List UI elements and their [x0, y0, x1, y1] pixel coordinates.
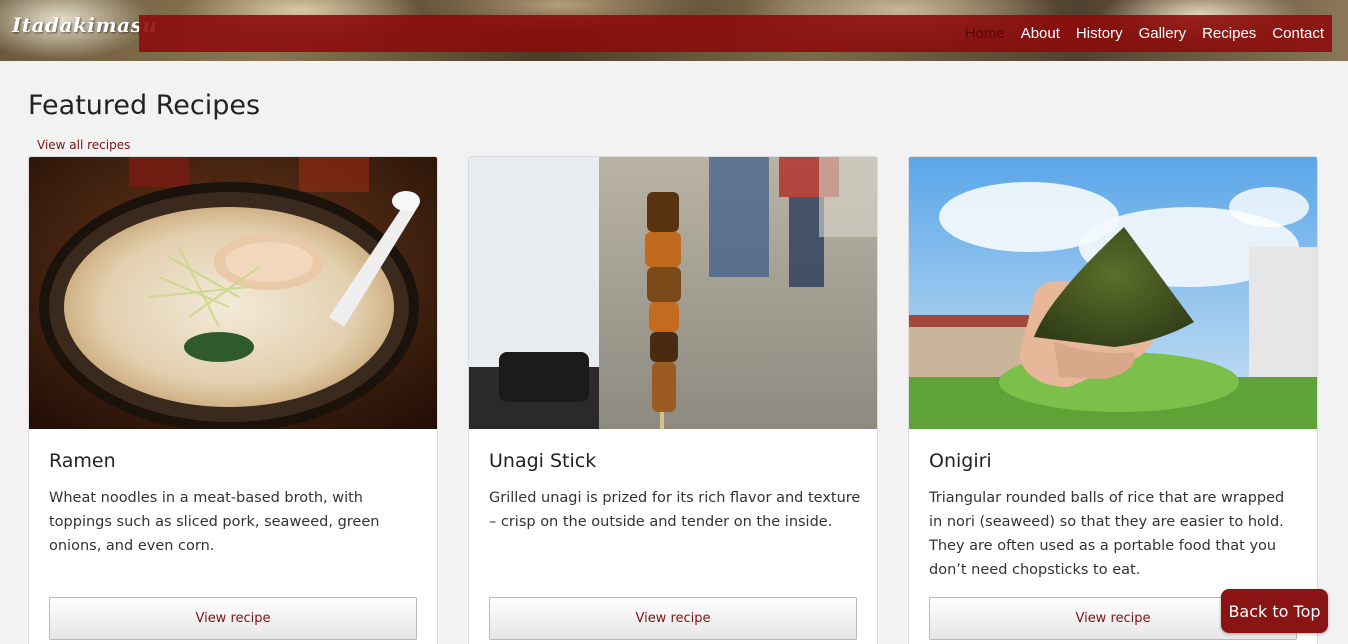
ramen-image — [29, 157, 437, 429]
onigiri-in-hand-photo — [909, 157, 1317, 429]
view-all-recipes-link[interactable]: View all recipes — [37, 138, 130, 152]
site-logo[interactable]: Itadakimasu — [12, 13, 157, 47]
card-title: Unagi Stick — [489, 450, 597, 472]
nav-recipes[interactable]: Recipes — [1202, 25, 1256, 42]
card-description: Grilled unagi is prized for its rich fla… — [489, 490, 861, 530]
view-recipe-button[interactable]: View recipe — [49, 597, 417, 640]
card-description: Wheat noodles in a meat-based broth, wit… — [49, 490, 380, 554]
recipe-card-onigiri: Onigiri Triangular rounded balls of rice… — [908, 156, 1318, 644]
recipe-card-unagi-stick: Unagi Stick Grilled unagi is prized for … — [468, 156, 878, 644]
back-to-top-button[interactable]: Back to Top — [1221, 589, 1328, 633]
nav-home[interactable]: Home — [965, 25, 1005, 42]
onigiri-image — [909, 157, 1317, 429]
card-title: Onigiri — [929, 450, 992, 472]
page-title: Featured Recipes — [28, 90, 261, 121]
view-recipe-button[interactable]: View recipe — [489, 597, 857, 640]
nav-history[interactable]: History — [1076, 25, 1123, 42]
nav-about[interactable]: About — [1021, 25, 1060, 42]
header-banner: Itadakimasu Home About History Gallery R… — [0, 0, 1348, 61]
card-description: Triangular rounded balls of rice that ar… — [929, 490, 1285, 578]
unagi-image — [469, 157, 877, 429]
recipe-card-ramen: Ramen Wheat noodles in a meat-based brot… — [28, 156, 438, 644]
main-navbar: Home About History Gallery Recipes Conta… — [139, 15, 1332, 52]
nav-gallery[interactable]: Gallery — [1139, 25, 1187, 42]
nav-contact[interactable]: Contact — [1272, 25, 1324, 42]
grilled-eel-skewer-photo — [469, 157, 877, 429]
ramen-bowl-photo — [29, 157, 437, 429]
card-title: Ramen — [49, 450, 116, 472]
